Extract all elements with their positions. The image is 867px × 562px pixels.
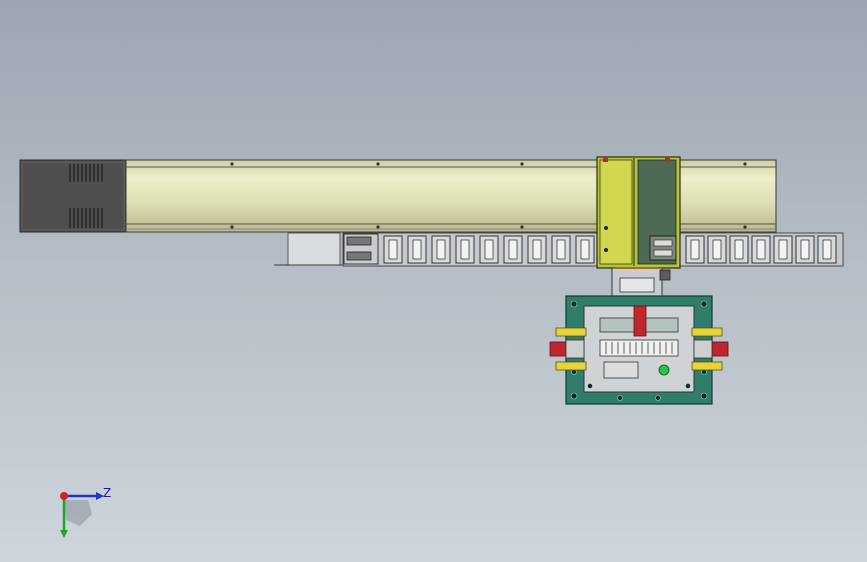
cad-viewport[interactable]: Z bbox=[0, 0, 867, 562]
triad-shadow bbox=[64, 500, 92, 526]
z-axis-label: Z bbox=[103, 486, 112, 500]
y-axis-arrowhead bbox=[60, 530, 68, 538]
coordinate-triad bbox=[60, 492, 104, 538]
x-axis-point bbox=[60, 492, 68, 500]
